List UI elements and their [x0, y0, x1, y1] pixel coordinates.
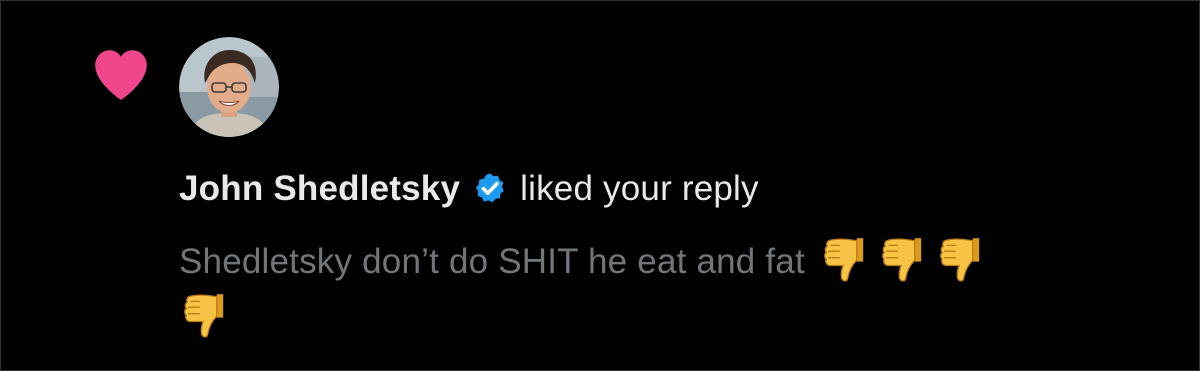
user-avatar[interactable]: [179, 37, 279, 137]
thumbs-down-emoji-icon: [823, 238, 864, 282]
notification-headline: John Shedletsky liked your reply: [179, 165, 759, 213]
action-text: liked your reply: [520, 169, 759, 208]
thumbs-down-emoji-icon: [881, 238, 922, 282]
thumbs-down-emoji-icon: [939, 238, 980, 282]
heart-icon: [95, 50, 147, 101]
user-name-link[interactable]: John Shedletsky: [179, 169, 460, 209]
reply-preview[interactable]: Shedletsky don’t do SHIT he eat and fat: [179, 233, 1169, 345]
verified-badge-icon: [476, 173, 504, 203]
thumbs-down-emoji-icon: [184, 294, 224, 338]
notification-card[interactable]: John Shedletsky liked your reply Shedlet…: [0, 0, 1200, 371]
reply-text: Shedletsky don’t do SHIT he eat and fat: [179, 242, 805, 281]
